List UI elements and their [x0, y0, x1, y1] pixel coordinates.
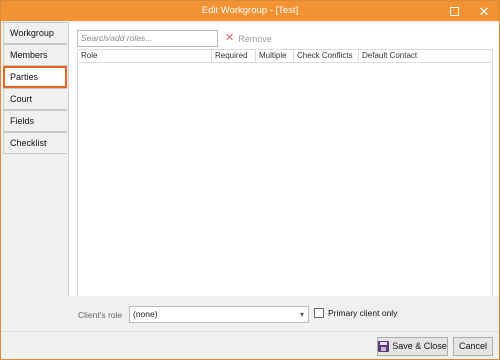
tab-court[interactable]: Court: [3, 88, 67, 110]
tab-strip: Workgroup Members Parties Court Fields C…: [2, 22, 68, 342]
tab-checklist[interactable]: Checklist: [3, 132, 67, 154]
maximize-icon: [449, 6, 459, 16]
maximize-button[interactable]: [439, 1, 469, 21]
edit-workgroup-dialog: Edit Workgroup - [Test] ✕ Workgroup Memb…: [0, 0, 500, 360]
save-close-label: Save & Close: [392, 341, 447, 351]
client-role-panel: Client's role (none) ▾ Primary client on…: [68, 296, 499, 326]
column-header-multiple[interactable]: Multiple: [256, 50, 294, 63]
primary-client-only-label[interactable]: Primary client only: [328, 308, 397, 318]
save-close-button[interactable]: Save & Close: [377, 337, 448, 356]
parties-panel: Search/add roles... ✕ Remove Role Requir…: [68, 22, 499, 312]
client-role-dropdown[interactable]: (none) ▾: [129, 306, 309, 323]
tab-parties[interactable]: Parties: [3, 66, 67, 88]
column-header-role[interactable]: Role: [78, 50, 212, 63]
column-header-default-contact[interactable]: Default Contact: [359, 50, 492, 63]
tab-members[interactable]: Members: [3, 44, 67, 66]
primary-client-only-checkbox[interactable]: [314, 308, 324, 318]
close-icon: ✕: [478, 3, 490, 19]
footer-divider: [1, 331, 499, 332]
tab-workgroup[interactable]: Workgroup: [3, 22, 67, 44]
remove-x-icon: ✕: [225, 32, 235, 44]
floppy-disk-icon: [378, 341, 390, 352]
client-role-label: Client's role: [78, 310, 123, 320]
search-roles-input[interactable]: Search/add roles...: [77, 30, 218, 47]
remove-button[interactable]: ✕ Remove: [225, 31, 272, 46]
window-title: Edit Workgroup - [Test]: [201, 5, 299, 16]
title-bar: Edit Workgroup - [Test] ✕: [1, 1, 499, 21]
roles-grid[interactable]: Role Required Multiple Check Conflicts D…: [77, 49, 493, 312]
close-button[interactable]: ✕: [469, 1, 499, 21]
chevron-down-icon: ▾: [299, 310, 304, 319]
cancel-button[interactable]: Cancel: [453, 337, 493, 356]
remove-label: Remove: [238, 33, 272, 44]
column-header-required[interactable]: Required: [212, 50, 256, 63]
column-header-check-conflicts[interactable]: Check Conflicts: [294, 50, 359, 63]
grid-header: Role Required Multiple Check Conflicts D…: [78, 50, 492, 63]
tab-fields[interactable]: Fields: [3, 110, 67, 132]
client-role-value: (none): [133, 309, 158, 319]
